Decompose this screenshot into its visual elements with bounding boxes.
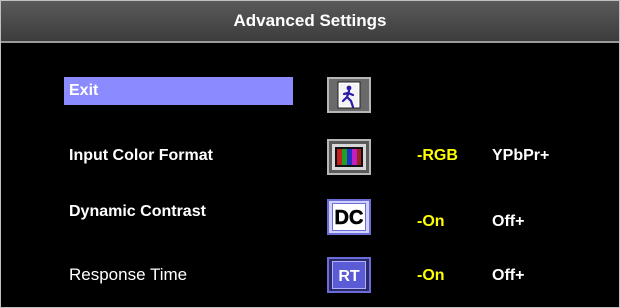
title-bar: Advanced Settings bbox=[1, 1, 619, 43]
option-on-response-time[interactable]: -On bbox=[417, 267, 445, 285]
svg-text:DC: DC bbox=[335, 207, 364, 229]
exit-menu-item[interactable]: Exit bbox=[64, 77, 293, 105]
exit-door-icon bbox=[332, 81, 366, 109]
option-ypbpr[interactable]: YPbPr+ bbox=[492, 147, 549, 165]
osd-panel: Advanced Settings Exit Input Color Forma… bbox=[0, 0, 620, 308]
menu-row-dynamic-contrast[interactable]: Dynamic Contrast DC -On Off+ bbox=[1, 199, 619, 235]
dc-icon: DC bbox=[332, 203, 366, 231]
dynamic-contrast-icon-box[interactable]: DC bbox=[327, 199, 371, 235]
input-color-format-label: Input Color Format bbox=[69, 147, 213, 164]
dynamic-contrast-label: Dynamic Contrast bbox=[69, 203, 206, 220]
input-color-format-icon-box[interactable] bbox=[327, 139, 371, 175]
menu-row-exit[interactable]: Exit bbox=[1, 77, 619, 113]
option-off-dynamic-contrast[interactable]: Off+ bbox=[492, 213, 524, 231]
response-time-label: Response Time bbox=[69, 265, 188, 284]
menu-row-input-color-format[interactable]: Input Color Format -RGB YPbPr+ bbox=[1, 139, 619, 175]
rt-icon: RT bbox=[332, 261, 366, 289]
exit-label: Exit bbox=[69, 82, 99, 99]
option-on-dynamic-contrast[interactable]: -On bbox=[417, 213, 445, 231]
response-time-icon-box[interactable]: RT bbox=[327, 257, 371, 293]
option-off-response-time[interactable]: Off+ bbox=[492, 267, 524, 285]
page-title: Advanced Settings bbox=[233, 11, 387, 30]
exit-icon-box[interactable] bbox=[327, 77, 371, 113]
svg-text:RT: RT bbox=[338, 268, 360, 285]
option-rgb[interactable]: -RGB bbox=[417, 147, 458, 165]
color-bars-icon bbox=[332, 143, 366, 171]
menu-row-response-time[interactable]: Response Time RT -On Off+ bbox=[1, 257, 619, 293]
